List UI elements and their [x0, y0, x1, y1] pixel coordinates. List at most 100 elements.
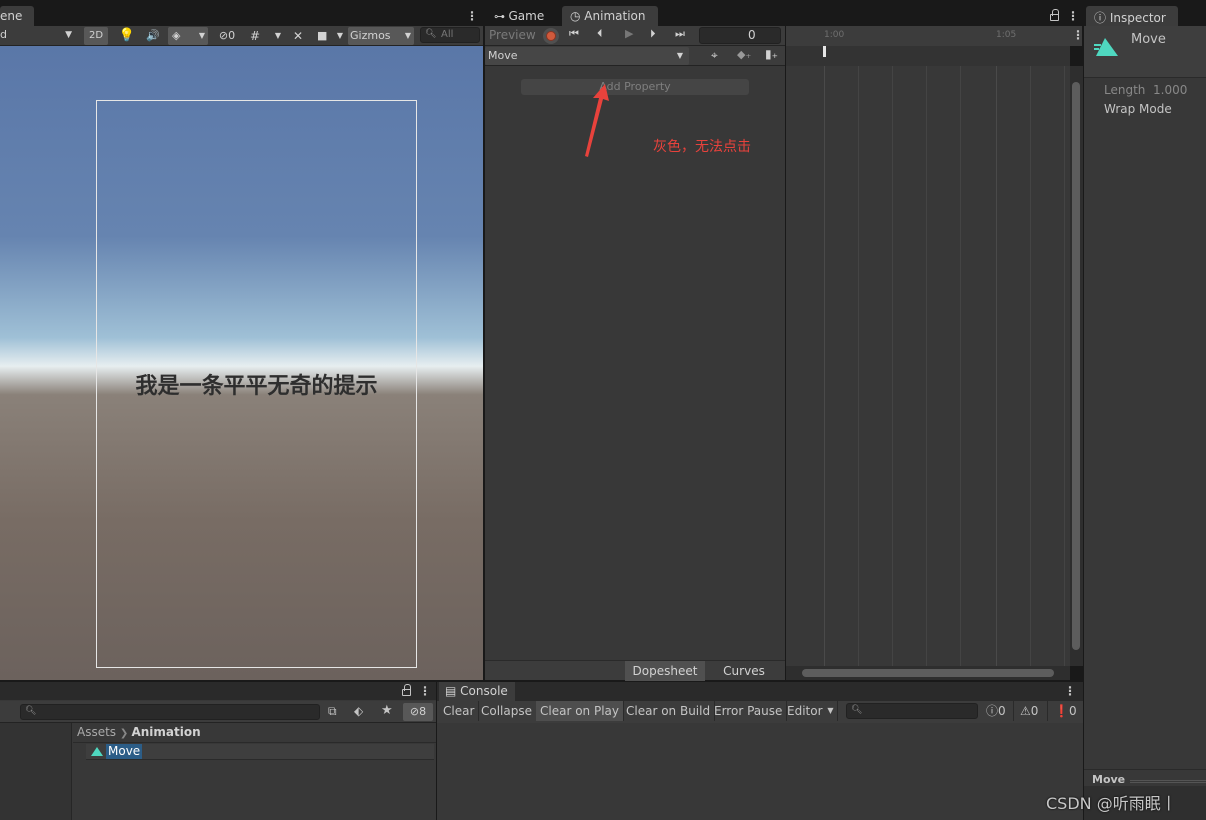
clock-icon: ◷ [570, 9, 585, 23]
console-search-input[interactable]: 🔍︎ [846, 703, 978, 719]
console-more-menu-icon[interactable]: ⋮ [1064, 685, 1076, 697]
scene-search-placeholder: All [441, 29, 454, 40]
frame-number-field[interactable]: 0 [699, 27, 781, 44]
clear-button[interactable]: Clear [439, 701, 480, 721]
preview-divider [1084, 769, 1206, 770]
animation-controls-bar: Preview ⏮ ⏴ ▶ ⏵ ⏭ 0 [485, 26, 785, 46]
tab-game[interactable]: ⊶ Game [486, 6, 556, 26]
tab-console[interactable]: ▤ Console [439, 682, 515, 701]
chevron-down-icon: ▼ [827, 706, 834, 715]
length-label: Length [1104, 83, 1146, 97]
prev-keyframe-icon[interactable]: ⏴ [597, 27, 603, 41]
chevron-down-icon: ▼ [65, 30, 72, 40]
view-mode-tabs: Dopesheet Curves [485, 660, 785, 681]
project-folder-tree[interactable] [0, 723, 72, 820]
clear-on-play-button[interactable]: Clear on Play [536, 701, 624, 721]
tab-game-label: Game [508, 9, 545, 23]
ruler-tick-label: 1:00 [824, 30, 845, 40]
audio-toggle-icon[interactable]: 🔊 [142, 27, 164, 45]
property-list-area: Add Property 灰色，无法点击 [485, 66, 785, 660]
toggle-2d-button[interactable]: 2D [84, 27, 108, 45]
error-count: 0 [1068, 704, 1077, 718]
project-more-menu-icon[interactable]: ⋮ [419, 685, 431, 697]
scene-toolbar: d ▼ 2D 💡 🔊 ◈ ▼ ⊘0 # ▼ ✕ ■ ▼ Gizmos ▼ 🔍︎ All [0, 26, 483, 46]
tab-dopesheet[interactable]: Dopesheet [625, 661, 705, 681]
first-keyframe-icon[interactable]: ⏮ [569, 27, 579, 41]
tab-scene[interactable]: ene [0, 6, 34, 26]
add-event-icon[interactable]: ▮₊ [765, 47, 778, 61]
record-icon [546, 31, 556, 41]
next-keyframe-icon[interactable]: ⏵ [650, 27, 656, 41]
ruler-tick-label: 1:05 [996, 30, 1017, 40]
warning-count: 0 [1030, 704, 1039, 718]
frame-number-value: 0 [748, 28, 756, 42]
lighting-toggle-icon[interactable]: 💡 [116, 27, 138, 45]
timeline-ruler[interactable]: 1:00 1:05 ⋮ [786, 26, 1084, 46]
project-search-input[interactable]: 🔍︎ [20, 704, 320, 720]
clip-selector-bar: Move ▼ ⌖ ◆₊ ▮₊ [485, 46, 785, 66]
tab-curves[interactable]: Curves [705, 661, 783, 681]
hidden-packages-toggle[interactable]: ⊘8 [403, 703, 433, 721]
preview-drag-handle[interactable] [1130, 780, 1206, 783]
scene-viewport[interactable]: 我是一条平平无奇的提示 [0, 46, 483, 680]
console-icon: ▤ [445, 684, 461, 698]
editor-dropdown[interactable]: Editor ▼ [783, 701, 838, 721]
effects-toggle-icon[interactable]: ◈ ▼ [168, 27, 208, 45]
tab-console-label: Console [460, 684, 508, 698]
tools-icon[interactable]: ✕ [288, 27, 308, 45]
favorite-star-icon[interactable]: ★ [381, 703, 393, 718]
add-keyframe-icon[interactable]: ◆₊ [737, 48, 751, 61]
vertical-scroll-thumb[interactable] [1072, 82, 1080, 650]
hidden-packages-count: 8 [419, 705, 427, 718]
timeline-horizontal-scrollbar[interactable] [786, 666, 1070, 680]
hidden-objects-toggle[interactable]: ⊘0 [212, 27, 242, 45]
filter-keyframes-icon[interactable]: ⌖ [711, 48, 718, 63]
search-icon: 🔍︎ [851, 705, 863, 715]
list-item[interactable]: Move [86, 744, 434, 760]
play-icon[interactable]: ▶ [625, 27, 633, 40]
eye-slash-icon: ⊘ [409, 705, 420, 718]
timeline-event-row [786, 46, 1070, 66]
timeline-keyframe-area[interactable] [786, 66, 1070, 666]
scene-more-menu-icon[interactable]: ⋮ [466, 10, 478, 22]
gizmos-dropdown[interactable]: Gizmos ▼ [348, 27, 414, 45]
timeline-vertical-scrollbar[interactable] [1070, 66, 1084, 666]
length-value: 1.000 [1153, 83, 1188, 97]
tab-inspector[interactable]: ⓘ Inspector [1086, 6, 1178, 26]
camera-icon: ■ [317, 29, 328, 42]
list-item-label[interactable]: Move [106, 744, 143, 759]
filter-by-label-icon[interactable]: ⬖ [354, 704, 363, 718]
watermark: CSDN @听雨眠丨 [1046, 794, 1177, 813]
tab-animation-label: Animation [584, 9, 646, 23]
animation-lock-icon[interactable] [1050, 9, 1059, 21]
camera-dropdown[interactable]: ■ ▼ [314, 27, 346, 45]
shading-mode-dropdown[interactable]: d ▼ [0, 26, 76, 44]
clip-dropdown[interactable]: Move ▼ [485, 47, 689, 65]
chevron-right-icon: ❯ [119, 728, 132, 739]
add-property-button[interactable]: Add Property [521, 79, 749, 95]
clear-on-build-button[interactable]: Clear on Build [622, 701, 716, 721]
preview-toggle[interactable]: Preview [489, 28, 536, 42]
animation-clip-icon [1094, 38, 1118, 56]
project-lock-icon[interactable] [402, 684, 411, 696]
annotation-arrow-icon [585, 84, 609, 157]
tab-animation[interactable]: ◷ Animation [562, 6, 658, 26]
horizontal-scroll-thumb[interactable] [802, 669, 1054, 677]
animation-more-menu-icon[interactable]: ⋮ [1067, 10, 1079, 22]
playhead-marker[interactable] [823, 46, 826, 57]
annotation-note: 灰色，无法点击 [653, 139, 751, 155]
error-pause-button[interactable]: Error Pause [710, 701, 788, 721]
error-count-toggle[interactable]: ❗0 [1050, 701, 1082, 721]
collapse-button[interactable]: Collapse [477, 701, 537, 721]
warning-count-toggle[interactable]: ⚠0 [1016, 701, 1048, 721]
shading-mode-value: d [0, 28, 7, 41]
record-button[interactable] [543, 28, 559, 44]
filter-by-type-icon[interactable]: ⧉ [328, 704, 337, 719]
breadcrumb-animation[interactable]: Animation [131, 725, 200, 739]
grid-toggle-icon[interactable]: # ▼ [246, 27, 284, 45]
last-keyframe-icon[interactable]: ⏭ [675, 27, 685, 41]
chevron-down-icon: ▼ [676, 51, 683, 60]
info-count-toggle[interactable]: ⓘ0 [982, 701, 1014, 721]
breadcrumb-assets[interactable]: Assets [77, 725, 116, 739]
scene-search-input[interactable]: 🔍︎ All [420, 27, 480, 43]
